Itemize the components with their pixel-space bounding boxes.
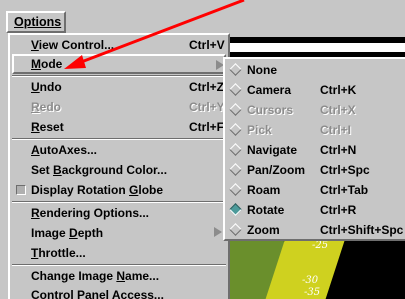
menu-item-display-rotation-globe[interactable]: Display Rotation Globe [12,180,226,200]
menu-item-label: AutoAxes... [31,143,98,157]
mode-item-accel: Ctrl+X [320,103,356,117]
menu-item-label: Reset [31,120,64,134]
radio-diamond-icon [229,163,242,176]
mode-item-accel: Ctrl+N [320,143,357,157]
radio-diamond-icon [229,63,242,76]
mode-item-label: Pan/Zoom [247,163,306,177]
mode-item-none[interactable]: None [227,60,405,80]
mode-item-rotate[interactable]: Rotate Ctrl+R [227,200,405,220]
menu-item-label: Mode [31,57,63,71]
mode-item-accel: Ctrl+K [320,83,357,97]
mode-item-accel: Ctrl+R [320,203,357,217]
menu-item-label: Redo [31,100,62,114]
menu-item-label: Undo [31,80,62,94]
mode-item-label: Camera [247,83,292,97]
menu-item-redo[interactable]: Redo Ctrl+Y [12,97,226,117]
radio-diamond-icon [229,103,242,116]
mode-item-accel: Ctrl+I [320,123,352,137]
menu-item-throttle[interactable]: Throttle... [12,243,226,263]
menu-item-set-background-color[interactable]: Set Background Color... [12,160,226,180]
mode-item-label: Navigate [247,143,298,157]
cascade-arrow-icon [214,227,222,237]
mode-submenu: None Camera Ctrl+K Cursors Ctrl+X Pick C… [223,57,405,241]
radio-diamond-icon [229,223,242,236]
mode-item-cursors[interactable]: Cursors Ctrl+X [227,100,405,120]
menu-item-undo[interactable]: Undo Ctrl+Z [12,77,226,97]
axis-label: -35 [304,287,321,298]
mode-item-label: Pick [247,123,272,137]
radio-diamond-icon [229,83,242,96]
menu-item-control-panel-access[interactable]: Control Panel Access... [12,285,226,299]
mode-item-pick[interactable]: Pick Ctrl+I [227,120,405,140]
menu-item-accel: Ctrl+Z [189,80,225,94]
options-label: Options [14,15,62,29]
menu-item-label: Rendering Options... [31,206,150,220]
options-menu-button[interactable]: Options [6,11,66,33]
menu-item-mode[interactable]: Mode [12,54,226,74]
mode-item-label: None [247,63,277,77]
mode-item-navigate[interactable]: Navigate Ctrl+N [227,140,405,160]
radio-diamond-icon [229,183,242,196]
radio-diamond-selected-icon [229,203,242,216]
menu-item-label: Control Panel Access... [31,288,164,299]
mode-item-accel: Ctrl+Tab [320,183,369,197]
menu-item-image-depth[interactable]: Image Depth [12,223,226,243]
mode-item-label: Zoom [247,223,280,237]
mode-item-pan-zoom[interactable]: Pan/Zoom Ctrl+Spc [227,160,405,180]
menu-item-label: Throttle... [31,246,86,260]
menu-item-change-image-name[interactable]: Change Image Name... [12,266,226,286]
menu-item-view-control[interactable]: View Control... Ctrl+V [12,35,226,55]
menu-item-rendering-options[interactable]: Rendering Options... [12,203,226,223]
mode-item-zoom[interactable]: Zoom Ctrl+Shift+Spc [227,220,405,240]
menu-item-label: Set Background Color... [31,163,168,177]
mode-item-roam[interactable]: Roam Ctrl+Tab [227,180,405,200]
radio-diamond-icon [229,143,242,156]
menu-item-accel: Ctrl+V [189,38,225,52]
menu-item-accel: Ctrl+Y [189,100,225,114]
options-menu: View Control... Ctrl+V Mode Undo Ctrl+Z … [8,33,230,299]
axis-label: -30 [302,275,319,286]
menu-bar: Options [0,0,405,37]
menu-item-autoaxes[interactable]: AutoAxes... [12,140,226,160]
menu-item-label: View Control... [31,38,115,52]
radio-diamond-icon [229,123,242,136]
menu-item-label: Change Image Name... [31,269,160,283]
axis-label: -25 [312,240,329,251]
mode-item-label: Roam [247,183,281,197]
menu-item-reset[interactable]: Reset Ctrl+F [12,117,226,137]
viewer-strip [216,43,405,52]
mode-item-accel: Ctrl+Shift+Spc [320,223,404,237]
mode-item-label: Cursors [247,103,294,117]
mode-item-label: Rotate [247,203,285,217]
mode-item-accel: Ctrl+Spc [320,163,370,177]
menu-item-label: Image Depth [31,226,104,240]
checkbox-icon[interactable] [16,185,26,195]
menu-item-label: Display Rotation Globe [31,183,164,197]
menu-item-accel: Ctrl+F [189,120,225,134]
mode-item-camera[interactable]: Camera Ctrl+K [227,80,405,100]
